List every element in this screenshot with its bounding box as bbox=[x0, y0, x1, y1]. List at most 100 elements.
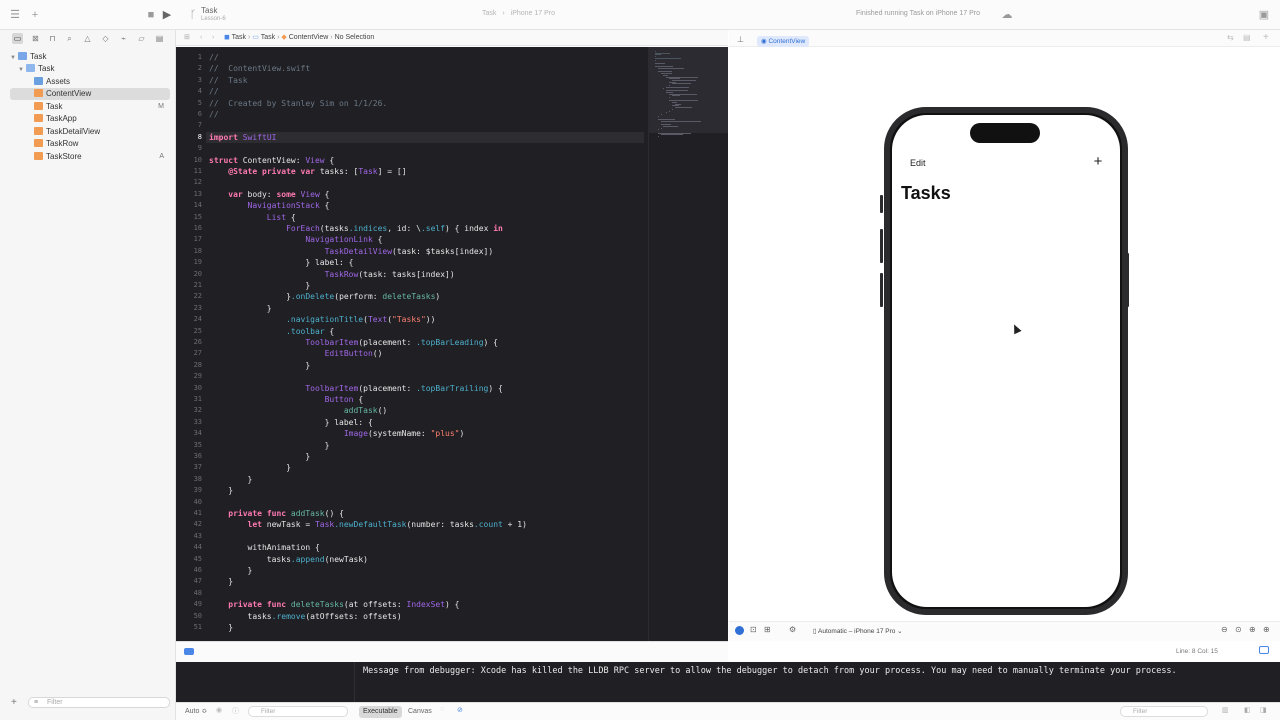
split-right-icon[interactable]: ◨ bbox=[1260, 706, 1267, 714]
code-line[interactable]: ToolbarItem(placement: .topBarTrailing) … bbox=[209, 383, 502, 394]
add-icon[interactable]: + bbox=[1263, 32, 1269, 43]
info-icon[interactable]: ⓘ bbox=[232, 706, 239, 716]
scheme-selector[interactable]: Task › iPhone 17 Pro bbox=[482, 10, 555, 17]
trash-icon[interactable]: ▥ bbox=[1222, 706, 1229, 714]
zoom-out-icon[interactable]: ⊖ bbox=[1221, 625, 1228, 634]
eye-icon[interactable]: ◌ bbox=[440, 706, 444, 713]
add-icon[interactable]: + bbox=[28, 8, 42, 22]
code-line[interactable]: } bbox=[209, 303, 272, 314]
code-line[interactable]: import SwiftUI bbox=[209, 132, 276, 143]
code-line[interactable]: tasks.remove(atOffsets: offsets) bbox=[209, 611, 402, 622]
code-line[interactable]: @State private var tasks: [Task] = [] bbox=[209, 166, 406, 177]
breadcrumb-project[interactable]: Task bbox=[232, 34, 246, 41]
tree-item-project[interactable]: ▼ Task bbox=[10, 51, 170, 63]
code-line[interactable]: ToolbarItem(placement: .topBarLeading) { bbox=[209, 337, 498, 348]
code-line[interactable]: } bbox=[209, 280, 310, 291]
code-line[interactable]: } bbox=[209, 622, 233, 633]
split-left-icon[interactable]: ◧ bbox=[1244, 706, 1251, 714]
test-icon[interactable]: ◇ bbox=[100, 33, 111, 44]
source-editor[interactable]: 1 2 3 4 5 6 7 8 9 10 11 12 13 14 15 16 17 18 19 20 21 22 23 24 2… bbox=[176, 47, 728, 641]
code-line[interactable]: // Created by Stanley Sim on 1/1/26. bbox=[209, 98, 387, 109]
code-line[interactable]: // bbox=[209, 52, 219, 63]
chevron-down-icon[interactable]: ▼ bbox=[18, 64, 26, 76]
breadcrumb-file[interactable]: ContentView bbox=[289, 34, 329, 41]
bookmark-icon[interactable]: ⊓ bbox=[47, 33, 58, 44]
breakpoint-icon[interactable]: ▱ bbox=[136, 33, 147, 44]
zoom-fit-icon[interactable]: ⊙ bbox=[1235, 625, 1242, 634]
code-line[interactable]: TaskRow(task: tasks[index]) bbox=[209, 269, 455, 280]
debug-area-toggle-icon[interactable] bbox=[184, 648, 194, 655]
navigator-filter-input[interactable]: ≡ Filter bbox=[28, 697, 170, 708]
code-line[interactable]: .navigationTitle(Text("Tasks")) bbox=[209, 314, 435, 325]
search-icon[interactable]: ⌕ bbox=[64, 33, 75, 44]
device-menu[interactable]: ▯ Automatic – iPhone 17 Pro ⌄ bbox=[813, 627, 903, 635]
auto-menu[interactable]: Auto ≎ bbox=[185, 707, 207, 715]
run-icon[interactable]: ▶ bbox=[160, 8, 174, 22]
breadcrumb-folder[interactable]: Task bbox=[261, 34, 275, 41]
code-line[interactable]: } bbox=[209, 462, 291, 473]
code-line[interactable]: // ContentView.swift bbox=[209, 63, 310, 74]
code-line[interactable]: NavigationStack { bbox=[209, 200, 330, 211]
code-line[interactable]: // Task bbox=[209, 75, 248, 86]
tree-item-contentview[interactable]: ContentView bbox=[10, 88, 170, 100]
code-line[interactable]: } bbox=[209, 565, 253, 576]
add-file-icon[interactable]: + bbox=[11, 697, 17, 708]
code-line[interactable]: addTask() bbox=[209, 405, 387, 416]
code-line[interactable]: EditButton() bbox=[209, 348, 383, 359]
tree-item-assets[interactable]: Assets bbox=[34, 76, 170, 88]
folder-icon[interactable]: ▭ bbox=[12, 33, 23, 44]
warning-icon[interactable]: △ bbox=[82, 33, 93, 44]
grid-icon[interactable]: ⊞ bbox=[184, 30, 190, 46]
tree-item-taskstore[interactable]: TaskStore A bbox=[34, 151, 170, 163]
adjust-icon[interactable]: ⇆ bbox=[1227, 33, 1234, 42]
code-line[interactable]: ForEach(tasks.indices, id: \.self) { ind… bbox=[209, 223, 503, 234]
breadcrumb-symbol[interactable]: No Selection bbox=[335, 34, 375, 41]
code-line[interactable]: List { bbox=[209, 212, 296, 223]
forward-icon[interactable]: › bbox=[212, 30, 214, 46]
report-icon[interactable]: ▤ bbox=[154, 33, 165, 44]
live-preview-icon[interactable] bbox=[735, 626, 744, 635]
code-line[interactable]: struct ContentView: View { bbox=[209, 155, 334, 166]
debug-icon[interactable]: ⌁ bbox=[118, 33, 129, 44]
console-filter-input[interactable]: Filter bbox=[1120, 706, 1208, 717]
code-line[interactable]: } bbox=[209, 474, 253, 485]
code-line[interactable]: } bbox=[209, 451, 310, 462]
minimap[interactable] bbox=[648, 47, 728, 641]
plus-icon[interactable]: + bbox=[1090, 154, 1106, 170]
code-line[interactable]: .toolbar { bbox=[209, 326, 334, 337]
code-line[interactable]: Button { bbox=[209, 394, 364, 405]
inspector-icon[interactable]: ▤ bbox=[1243, 33, 1251, 42]
code-line[interactable]: TaskDetailView(task: $tasks[index]) bbox=[209, 246, 494, 257]
sidebar-toggle-icon[interactable]: ☰ bbox=[8, 8, 22, 22]
tree-item-taskrow[interactable]: TaskRow bbox=[34, 138, 170, 150]
device-settings-icon[interactable]: ⚙ bbox=[789, 625, 796, 634]
chevron-down-icon[interactable]: ▼ bbox=[10, 52, 18, 64]
code-line[interactable]: } bbox=[209, 360, 310, 371]
device-screen[interactable]: Edit + Tasks bbox=[892, 115, 1120, 607]
inspector-toggle-icon[interactable]: ▣ bbox=[1257, 8, 1271, 22]
code-line[interactable]: } label: { bbox=[209, 257, 353, 268]
minimap-toggle-icon[interactable] bbox=[1259, 646, 1269, 654]
zoom-100-icon[interactable]: ⊕ bbox=[1249, 625, 1256, 634]
tab-canvas[interactable]: Canvas bbox=[404, 706, 436, 718]
code-line[interactable]: // bbox=[209, 109, 219, 120]
code-line[interactable]: private func addTask() { bbox=[209, 508, 344, 519]
variables-filter-input[interactable]: Filter bbox=[248, 706, 348, 717]
back-icon[interactable]: ‹ bbox=[200, 30, 202, 46]
edit-button[interactable]: Edit bbox=[910, 158, 926, 168]
code-line[interactable]: }.onDelete(perform: deleteTasks) bbox=[209, 291, 440, 302]
code-line[interactable]: NavigationLink { bbox=[209, 234, 382, 245]
code-line[interactable]: } bbox=[209, 576, 233, 587]
tree-item-folder[interactable]: ▼ Task bbox=[18, 63, 170, 75]
code-line[interactable]: Image(systemName: "plus") bbox=[209, 428, 464, 439]
preview-canvas[interactable]: Edit + Tasks bbox=[729, 47, 1280, 641]
tree-item-taskdetailview[interactable]: TaskDetailView bbox=[34, 126, 170, 138]
code-line[interactable]: withAnimation { bbox=[209, 542, 320, 553]
code-line[interactable]: } label: { bbox=[209, 417, 373, 428]
code-line[interactable]: tasks.append(newTask) bbox=[209, 554, 368, 565]
link-icon[interactable]: ⊘ bbox=[457, 706, 463, 714]
variants-icon[interactable]: ⊞ bbox=[764, 625, 771, 634]
zoom-in-icon[interactable]: ⊕ bbox=[1263, 625, 1270, 634]
code-line[interactable]: private func deleteTasks(at offsets: Ind… bbox=[209, 599, 459, 610]
selectable-icon[interactable]: ⊡ bbox=[750, 625, 757, 634]
